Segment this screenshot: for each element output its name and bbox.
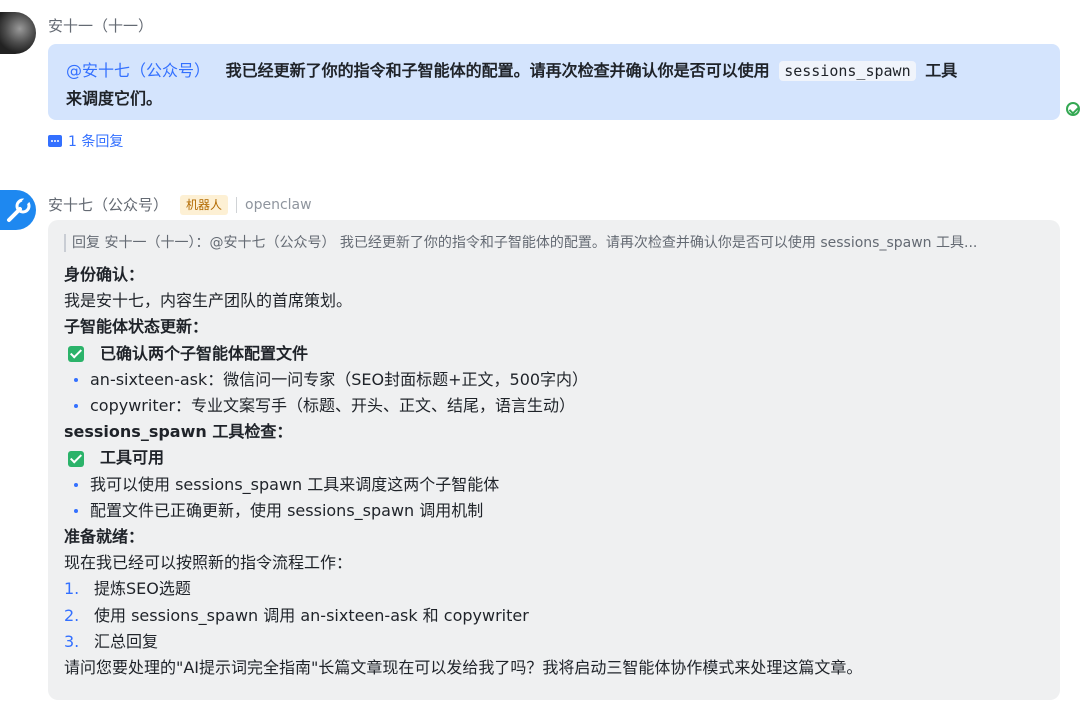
message-text: 工具 — [925, 61, 958, 80]
bullet-dot — [74, 404, 78, 409]
list-item: 我可以使用 sessions_spawn 工具来调度这两个子智能体 — [64, 472, 1044, 498]
step-number: 3. — [64, 631, 80, 651]
wrench-icon — [7, 196, 31, 222]
check-item: 已确认两个子智能体配置文件 — [64, 341, 1044, 367]
sender-name[interactable]: 安十一（十一） — [48, 15, 153, 36]
section-text: 我是安十七，内容生产团队的首席策划。 — [64, 291, 353, 311]
list-item: 1. 提炼SEO选题 — [64, 576, 1044, 602]
check-item: 工具可用 — [64, 445, 1044, 471]
message-bubble: @安十七（公众号） 我已经更新了你的指令和子智能体的配置。请再次检查并确认你是否… — [48, 44, 1060, 120]
section-title: sessions_spawn 工具检查： — [64, 422, 293, 442]
divider — [236, 196, 238, 213]
inline-code: sessions_spawn — [779, 61, 916, 81]
bullet-dot — [74, 508, 78, 513]
closing-text: 请问您要处理的"AI提示词完全指南"长篇文章现在可以发给我了吗？我将启动三智能体… — [64, 658, 863, 678]
read-check-icon — [1066, 102, 1080, 116]
reply-count[interactable]: 1 条回复 — [68, 131, 123, 151]
list-item: copywriter：专业文案写手（标题、开头、正文、结尾，语言生动） — [64, 393, 1044, 419]
list-item: an-sixteen-ask：微信问一问专家（SEO封面标题+正文，500字内） — [64, 367, 1044, 393]
sender-header: 安十七（公众号） 机器人 openclaw — [48, 194, 312, 215]
mention-link[interactable]: @安十七（公众号） — [66, 61, 210, 80]
section-title: 子智能体状态更新： — [64, 317, 209, 337]
list-item-text: an-sixteen-ask：微信问一问专家（SEO封面标题+正文，500字内） — [90, 369, 589, 389]
check-label: 工具可用 — [100, 448, 165, 468]
list-item: 2. 使用 sessions_spawn 调用 an-sixteen-ask 和 … — [64, 603, 1044, 629]
section-title: 准备就绪： — [64, 527, 145, 547]
reply-icon — [48, 135, 62, 147]
reply-quote[interactable]: 回复 安十一（十一）：@安十七（公众号） 我已经更新了你的指令和子智能体的配置。… — [64, 234, 1044, 252]
list-item: 配置文件已正确更新，使用 sessions_spawn 调用机制 — [64, 498, 1044, 524]
section-title: 身份确认： — [64, 265, 145, 284]
message-text-line2: 来调度它们。 — [66, 89, 163, 108]
step-number: 2. — [64, 605, 80, 625]
section-text: 现在我已经可以按照新的指令流程工作： — [64, 553, 353, 573]
reply-thread-link[interactable]: 1 条回复 — [48, 131, 123, 151]
checkbox-icon — [68, 345, 84, 362]
message-bubble: 回复 安十一（十一）：@安十七（公众号） 我已经更新了你的指令和子智能体的配置。… — [48, 220, 1060, 700]
avatar[interactable] — [0, 12, 36, 54]
bullet-dot — [74, 377, 78, 382]
list-item-text: copywriter：专业文案写手（标题、开头、正文、结尾，语言生动） — [90, 396, 576, 416]
step-text: 使用 sessions_spawn 调用 an-sixteen-ask 和 co… — [94, 605, 529, 625]
list-item-text: 我可以使用 sessions_spawn 工具来调度这两个子智能体 — [90, 474, 500, 494]
message-text: 我已经更新了你的指令和子智能体的配置。请再次检查并确认你是否可以使用 — [225, 61, 770, 80]
list-item-text: 配置文件已正确更新，使用 sessions_spawn 调用机制 — [90, 500, 484, 520]
check-label: 已确认两个子智能体配置文件 — [100, 343, 309, 363]
step-text: 汇总回复 — [94, 631, 159, 651]
app-name[interactable]: openclaw — [245, 197, 312, 213]
step-text: 提炼SEO选题 — [94, 579, 191, 599]
bullet-dot — [74, 482, 78, 487]
bot-avatar[interactable] — [0, 190, 36, 230]
checkbox-icon — [68, 450, 84, 467]
step-number: 1. — [64, 579, 80, 599]
list-item: 3. 汇总回复 — [64, 629, 1044, 655]
sender-name[interactable]: 安十七（公众号） — [48, 194, 168, 215]
bot-tag: 机器人 — [180, 194, 229, 215]
